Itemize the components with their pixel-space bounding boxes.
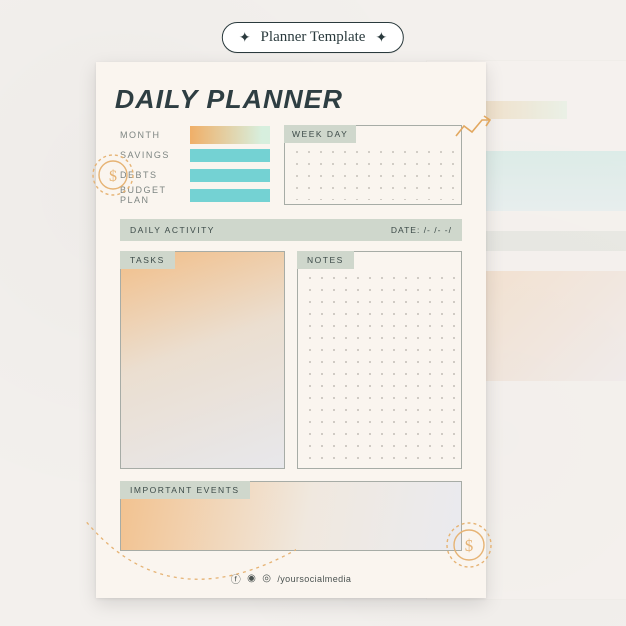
sparkle-icon: ✦ [239, 29, 251, 46]
month-input-area[interactable] [190, 126, 270, 144]
notes-header: NOTES [297, 251, 354, 269]
notes-dot-grid [304, 272, 455, 462]
tasks-gradient [121, 252, 284, 468]
left-label-column: MONTH SAVINGS DEBTS BUDGET PLAN [120, 125, 270, 205]
mid-panels: TASKS NOTES [120, 251, 462, 469]
title-badge: ✦ Planner Template ✦ [222, 22, 404, 53]
svg-text:$: $ [465, 536, 474, 555]
events-panel[interactable]: IMPORTANT EVENTS [120, 481, 462, 551]
activity-band: DAILY ACTIVITY DATE: /- /- -/ [120, 219, 462, 241]
row-budget: BUDGET PLAN [120, 185, 270, 205]
savings-input-area[interactable] [190, 149, 270, 162]
social-handle: /yoursocialmedia [277, 574, 351, 584]
row-savings: SAVINGS [120, 145, 270, 165]
planner-sheet: DAILY PLANNER MONTH SAVINGS DEBTS BUDGET… [96, 62, 486, 598]
activity-label: DAILY ACTIVITY [130, 225, 215, 235]
label-month: MONTH [120, 130, 182, 140]
footer: ⓕ ◉ ◎ /yoursocialmedia [96, 571, 486, 586]
date-area: DATE: /- /- -/ [391, 225, 452, 235]
coin-icon: $ [444, 520, 494, 570]
date-value[interactable]: /- /- -/ [424, 225, 452, 235]
coin-icon: $ [90, 152, 136, 198]
twitter-icon[interactable]: ◉ [247, 573, 256, 584]
budget-input-area[interactable] [190, 189, 270, 202]
tasks-header: TASKS [120, 251, 175, 269]
facebook-icon[interactable]: ⓕ [231, 571, 241, 586]
trend-arrow-icon [454, 112, 494, 142]
date-label: DATE: [391, 225, 420, 235]
weekday-dot-grid [291, 146, 455, 200]
badge-label: Planner Template [261, 29, 366, 46]
weekday-header: WEEK DAY [284, 125, 356, 143]
row-month: MONTH [120, 125, 270, 145]
svg-text:$: $ [109, 168, 117, 185]
page-title: DAILY PLANNER [115, 84, 467, 115]
row-debts: DEBTS [120, 165, 270, 185]
instagram-icon[interactable]: ◎ [262, 573, 271, 584]
notes-panel[interactable]: NOTES [297, 251, 462, 469]
debts-input-area[interactable] [190, 169, 270, 182]
weekday-box[interactable]: WEEK DAY [284, 125, 462, 205]
events-header: IMPORTANT EVENTS [120, 481, 250, 499]
tasks-panel[interactable]: TASKS [120, 251, 285, 469]
top-row: MONTH SAVINGS DEBTS BUDGET PLAN WEEK DAY [120, 125, 462, 205]
sparkle-icon: ✦ [375, 29, 387, 46]
